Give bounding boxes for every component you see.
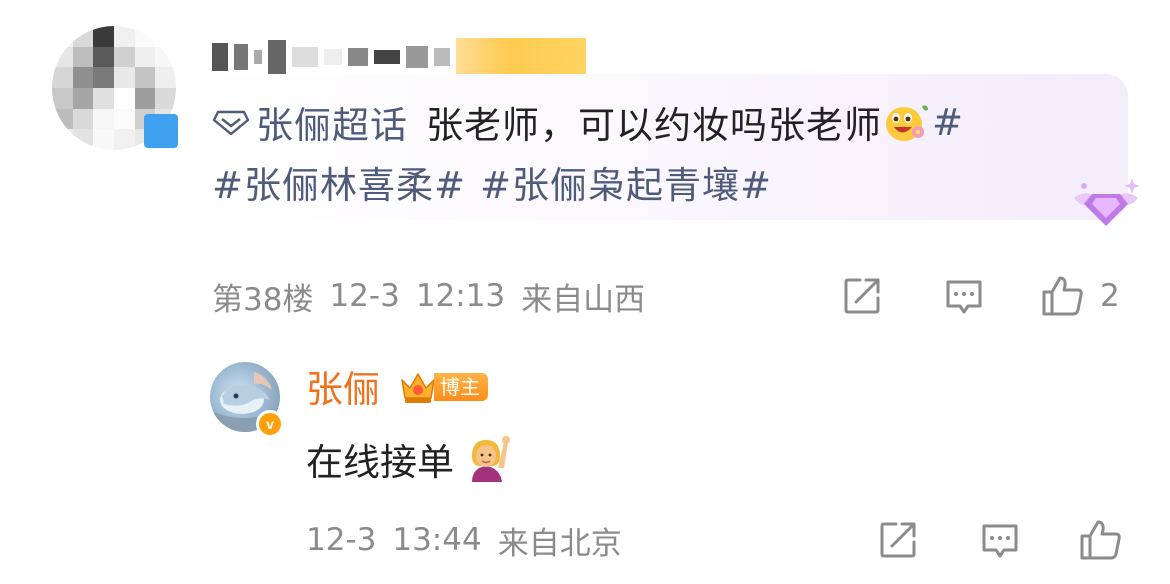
reply-time: 13:44 xyxy=(392,522,482,558)
comment-meta: 第38楼 12-3 12:13 来自山西 xyxy=(212,274,645,318)
comment-button[interactable] xyxy=(942,274,986,318)
crown-icon xyxy=(401,373,435,403)
share-button[interactable] xyxy=(840,274,884,318)
diamond-wings-icon xyxy=(1074,178,1140,226)
verified-badge-icon: v xyxy=(256,410,284,438)
topic-link-lin-xirou[interactable]: #张俪林喜柔# xyxy=(212,155,466,209)
woman-raising-hand-emoji-icon xyxy=(472,436,510,482)
comment-location: 来自山西 xyxy=(521,281,646,318)
share-icon xyxy=(880,522,916,558)
share-icon xyxy=(844,278,880,314)
blogger-label: 博主 xyxy=(434,373,488,401)
comment-icon xyxy=(982,524,1018,558)
member-badge-blurred xyxy=(144,114,178,148)
reply-share-button[interactable] xyxy=(876,518,920,562)
thumbs-up-icon xyxy=(1042,276,1083,316)
super-topic-diamond-icon xyxy=(212,110,250,136)
weibo-comment-thread: 张俪超话 张老师，可以约妆吗张老师 # #张俪林喜柔# #张俪枭起青壤# 第38… xyxy=(0,0,1170,584)
author-name[interactable]: 张俪 xyxy=(306,362,380,411)
topic-hash-mark: # xyxy=(932,100,965,144)
comment-icon xyxy=(946,280,982,314)
like-button[interactable]: 2 xyxy=(1040,274,1120,318)
comment-body-text: 张老师，可以约妆吗张老师 xyxy=(426,104,882,147)
reply-meta: 12-3 13:44 来自北京 xyxy=(306,518,622,562)
topic-link-xiao-qi-qing-rang[interactable]: #张俪枭起青壤# xyxy=(480,155,772,209)
like-count: 2 xyxy=(1100,278,1120,314)
comment-time: 12:13 xyxy=(415,278,506,314)
thumbs-up-icon xyxy=(1080,520,1121,560)
super-topic-link[interactable]: 张俪超话 xyxy=(256,95,408,149)
reply-body-text: 在线接单 xyxy=(306,441,454,484)
reply-location: 来自北京 xyxy=(497,525,622,562)
reply-date: 12-3 xyxy=(306,522,377,558)
comment-date: 12-3 xyxy=(329,278,400,314)
floor-number: 第38楼 xyxy=(212,281,314,318)
comment-text-line-1: 张俪超话 张老师，可以约妆吗张老师 # xyxy=(212,96,964,148)
happy-flower-face-emoji-icon xyxy=(886,105,928,141)
member-level-badge-blurred xyxy=(456,38,586,76)
author-blogger-tag: 博主 xyxy=(398,368,488,406)
reply-like-button[interactable] xyxy=(1078,518,1122,562)
comment-text-line-2: #张俪林喜柔# #张俪枭起青壤# xyxy=(212,156,772,208)
reply-comment-button[interactable] xyxy=(978,518,1022,562)
reply-text-line: 在线接单 xyxy=(306,432,512,486)
